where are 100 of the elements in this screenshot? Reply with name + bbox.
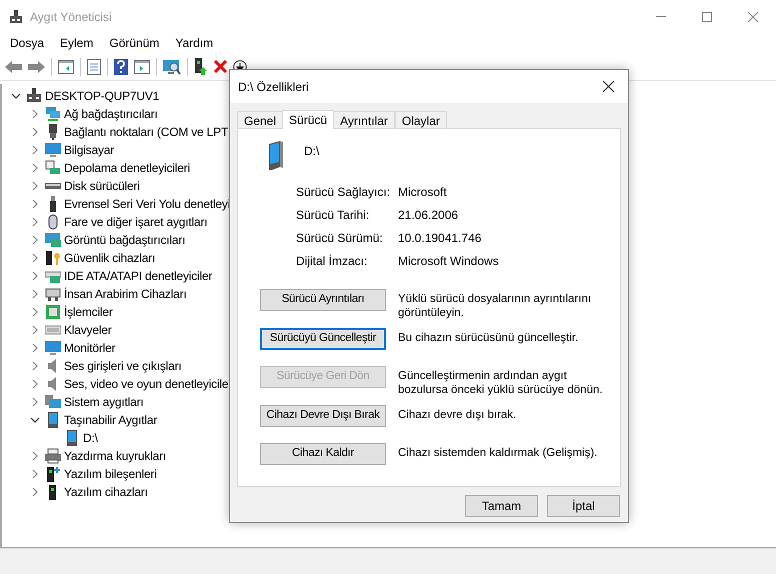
dialog-button[interactable]: Tamam [465,495,538,517]
tree-item[interactable]: İşlemciler [64,303,113,321]
chevron-right-icon[interactable] [30,127,40,137]
action-description: Güncelleştirmenin ardından aygıt bozulursa önceki yüklü sürücüye dönün. [398,369,604,397]
tab[interactable]: Sürücü [282,110,334,129]
tree-item[interactable]: Taşınabilir Aygıtlar [64,411,158,429]
property-label: Dijital İmzacı: [296,252,368,270]
tree-item[interactable]: Yazdırma kuyrukları [64,447,166,465]
device-category-icon [45,232,61,248]
back-arrow-icon[interactable] [5,60,22,74]
tree-item[interactable]: D:\ [83,429,98,447]
forward-arrow-icon[interactable] [28,60,45,74]
tab[interactable]: Genel [237,111,284,128]
tree-item[interactable]: Bilgisayar [64,141,114,159]
device-category-icon [45,106,61,122]
device-category-icon [64,430,80,446]
tree-item[interactable]: Depolama denetleyicileri [64,159,190,177]
tree-item[interactable]: Ses, video ve oyun denetleyicile [64,375,228,393]
property-value: 21.06.2006 [398,206,458,224]
tree-item[interactable]: Fare ve diğer işaret aygıtları [64,213,208,231]
tree-item[interactable]: İnsan Arabirim Cihazları [64,285,187,303]
tree-item[interactable]: Ses girişleri ve çıkışları [64,357,182,375]
device-category-icon [45,340,61,356]
device-category-icon [45,394,61,410]
chevron-right-icon[interactable] [30,397,40,407]
computer-icon [10,10,22,24]
tree-item[interactable]: DESKTOP-QUP7UV1 [45,87,160,105]
chevron-right-icon[interactable] [30,217,40,227]
action-description: Yüklü sürücü dosyalarının ayrıntılarını görüntüleyin. [398,292,592,320]
tree-item[interactable]: Yazılım bileşenleri [64,465,157,483]
chevron-right-icon[interactable] [30,307,40,317]
device-category-icon [45,466,61,482]
minimize-icon [656,16,666,17]
properties-icon[interactable] [87,58,101,74]
tree-item[interactable]: Bağlantı noktaları (COM ve LPT [64,123,228,141]
chevron-right-icon[interactable] [30,181,40,191]
device-category-icon [45,412,61,428]
dialog-button[interactable]: İptal [547,495,620,517]
action-description: Cihazı sistemden kaldırmak (Gelişmiş). [398,446,598,460]
tree-item[interactable]: Disk sürücüleri [64,177,140,195]
tab[interactable]: Ayrıntılar [333,111,395,128]
device-category-icon [45,448,61,464]
chevron-down-icon[interactable] [11,91,21,101]
menu-item[interactable]: Eylem [52,34,102,52]
property-label: Sürücü Tarihi: [296,206,370,224]
device-category-icon [45,286,61,302]
chevron-right-icon[interactable] [30,109,40,119]
console-tree-icon[interactable] [58,60,74,74]
chevron-right-icon[interactable] [30,379,40,389]
tree-item[interactable]: Sistem aygıtları [64,393,144,411]
menu-item[interactable]: Dosya [2,34,52,52]
window-title: Aygıt Yöneticisi [30,8,112,26]
tree-item[interactable]: Güvenlik cihazları [64,249,156,267]
action-pane-icon[interactable] [134,60,150,74]
device-category-icon [26,88,42,104]
tree-item[interactable]: IDE ATA/ATAPI denetleyiciler [64,267,212,285]
chevron-right-icon[interactable] [30,145,40,155]
property-value: 10.0.19041.746 [398,230,482,246]
tree-item[interactable]: Yazılım cihazları [64,483,148,501]
tab[interactable]: Olaylar [394,111,447,128]
driver-action-button[interactable]: Sürücüyü Güncelleştir [260,328,386,350]
tree-item[interactable]: Evrensel Seri Veri Yolu denetleyi [64,195,230,213]
chevron-right-icon[interactable] [30,343,40,353]
chevron-right-icon[interactable] [30,271,40,281]
tree-item[interactable]: Ağ bağdaştırıcıları [64,105,158,123]
driver-update-icon[interactable] [194,58,208,75]
device-name: D:\ [304,142,320,160]
help-icon[interactable] [114,58,128,74]
chevron-right-icon[interactable] [30,253,40,263]
device-category-icon [45,160,61,176]
menu-item[interactable]: Görünüm [101,34,168,52]
chevron-right-icon[interactable] [30,469,40,479]
tree-item[interactable]: Klavyeler [64,321,112,339]
chevron-right-icon[interactable] [30,325,40,335]
property-label: Sürücü Sürümü: [296,230,384,246]
menu-item[interactable]: Yardım [167,34,222,52]
dialog-title: D:\ Özellikleri [238,78,309,96]
action-description: Bu cihazın sürücüsünü güncelleştir. [398,331,580,345]
driver-action-button[interactable]: Cihazı Kaldır [260,443,386,465]
device-category-icon [45,250,61,266]
close-icon[interactable] [214,60,227,73]
portable-device-icon [269,141,283,170]
device-category-icon [45,304,61,320]
tree-item[interactable]: Görüntü bağdaştırıcıları [64,231,186,249]
chevron-right-icon[interactable] [30,361,40,371]
chevron-down-icon[interactable] [30,415,40,425]
chevron-right-icon[interactable] [30,235,40,245]
chevron-right-icon[interactable] [30,289,40,299]
maximize-icon [702,12,712,22]
driver-action-button[interactable]: Sürücü Ayrıntıları [260,289,386,311]
device-category-icon [45,142,61,158]
monitor-scan-icon[interactable] [163,58,181,74]
action-description: Cihazı devre dışı bırak. [398,408,518,422]
property-label: Sürücü Sağlayıcı: [296,184,392,200]
tree-item[interactable]: Monitörler [64,339,116,357]
chevron-right-icon[interactable] [30,487,40,497]
chevron-right-icon[interactable] [30,163,40,173]
chevron-right-icon[interactable] [30,199,40,209]
chevron-right-icon[interactable] [30,451,40,461]
driver-action-button[interactable]: Cihazı Devre Dışı Bırak [260,405,386,427]
